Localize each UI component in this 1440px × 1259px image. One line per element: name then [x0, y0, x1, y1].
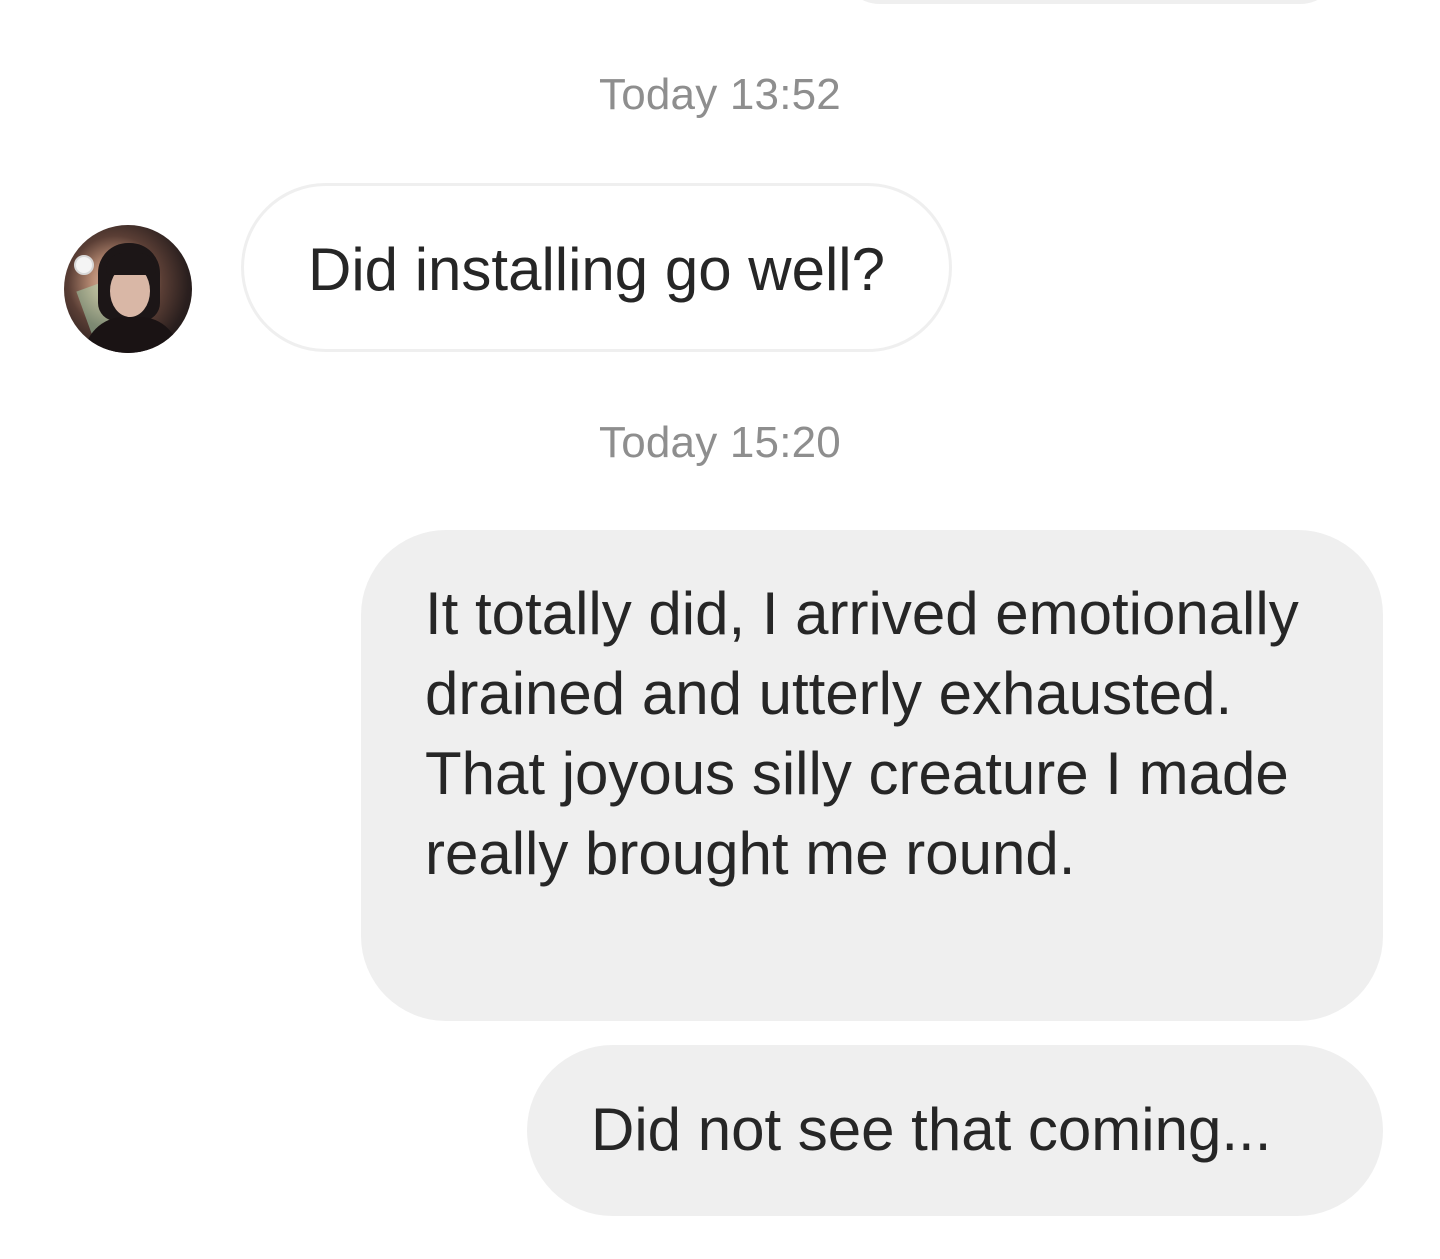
avatar-photo-bangs — [106, 253, 156, 275]
avatar[interactable] — [64, 225, 192, 353]
timestamp: Today 15:20 — [599, 418, 841, 467]
chat-thread: Today 13:52 Did installing go well? Toda… — [0, 0, 1440, 1259]
sent-message-bubble[interactable]: It totally did, I arrived emotionally dr… — [361, 530, 1383, 1021]
clock-icon — [74, 255, 94, 275]
sent-message-bubble[interactable]: Did not see that coming... — [527, 1045, 1383, 1216]
timestamp: Today 13:52 — [599, 70, 841, 119]
message-text: Did not see that coming... — [591, 1096, 1272, 1163]
previous-message-bubble[interactable] — [840, 0, 1340, 4]
received-message-bubble[interactable]: Did installing go well? — [241, 183, 952, 352]
message-text: It totally did, I arrived emotionally dr… — [425, 580, 1299, 887]
message-text: Did installing go well? — [308, 236, 885, 303]
